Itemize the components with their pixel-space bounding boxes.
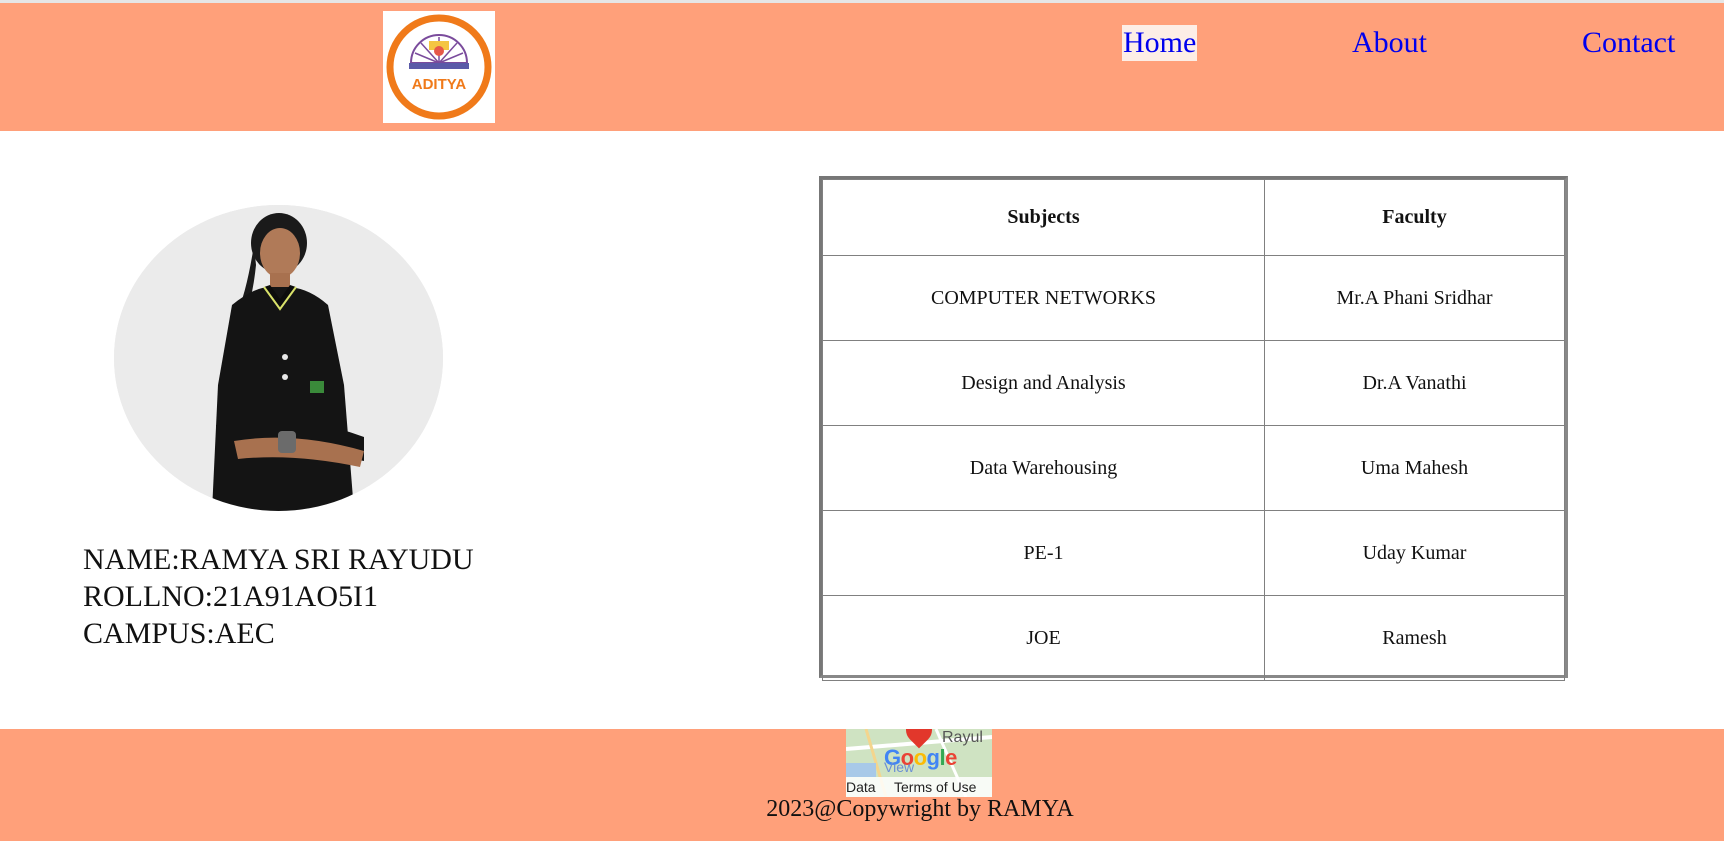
site-footer: Rayul Google View Data Terms of Use 2023… (0, 729, 1724, 841)
profile-info: NAME:RAMYA SRI RAYUDU ROLLNO:21A91AO5I1 … (83, 541, 474, 652)
header-faculty: Faculty (1264, 179, 1565, 256)
profile-name: NAME:RAMYA SRI RAYUDU (83, 543, 474, 576)
table-row: JOE Ramesh (822, 595, 1565, 681)
faculty-cell: Mr.A Phani Sridhar (1264, 255, 1565, 341)
subject-cell: Design and Analysis (822, 340, 1265, 426)
subject-cell: JOE (822, 595, 1265, 681)
page: ADITYA Home About Contact NAME:RAMYA SRI… (0, 0, 1724, 841)
subject-cell: Data Warehousing (822, 425, 1265, 511)
subjects-table-container: Subjects Faculty COMPUTER NETWORKS Mr.A … (819, 176, 1568, 681)
table-row: Design and Analysis Dr.A Vanathi (822, 340, 1565, 426)
student-photo (114, 205, 443, 511)
faculty-cell: Uma Mahesh (1264, 425, 1565, 511)
site-header: ADITYA Home About Contact (0, 3, 1724, 131)
profile-campus: CAMPUS:AEC (83, 617, 275, 650)
copyright-text: 2023@Copywright by RAMYA (766, 796, 1074, 822)
nav-about-link[interactable]: About (1351, 25, 1428, 61)
table-header-row: Subjects Faculty (822, 179, 1565, 256)
embedded-map[interactable]: Rayul Google View Data Terms of Use (846, 729, 992, 797)
logo-text: ADITYA (412, 76, 467, 93)
map-terms-link[interactable]: Terms of Use (894, 779, 976, 795)
profile-rollno: ROLLNO:21A91AO5I1 (83, 580, 378, 613)
table-row: COMPUTER NETWORKS Mr.A Phani Sridhar (822, 255, 1565, 341)
subjects-table: Subjects Faculty COMPUTER NETWORKS Mr.A … (822, 179, 1565, 681)
table-row: PE-1 Uday Kumar (822, 510, 1565, 596)
aditya-logo-icon[interactable]: ADITYA (383, 11, 495, 123)
faculty-cell: Dr.A Vanathi (1264, 340, 1565, 426)
subject-cell: COMPUTER NETWORKS (822, 255, 1265, 341)
nav-home-link[interactable]: Home (1122, 25, 1198, 61)
nav-contact-link[interactable]: Contact (1581, 25, 1676, 61)
map-attribution: Data Terms of Use (846, 777, 992, 797)
table-row: Data Warehousing Uma Mahesh (822, 425, 1565, 511)
subject-cell: PE-1 (822, 510, 1265, 596)
faculty-cell: Uday Kumar (1264, 510, 1565, 596)
faculty-cell: Ramesh (1264, 595, 1565, 681)
map-view-link[interactable]: View (884, 759, 914, 775)
header-subjects: Subjects (822, 179, 1265, 256)
map-data-label: Data (846, 779, 876, 795)
